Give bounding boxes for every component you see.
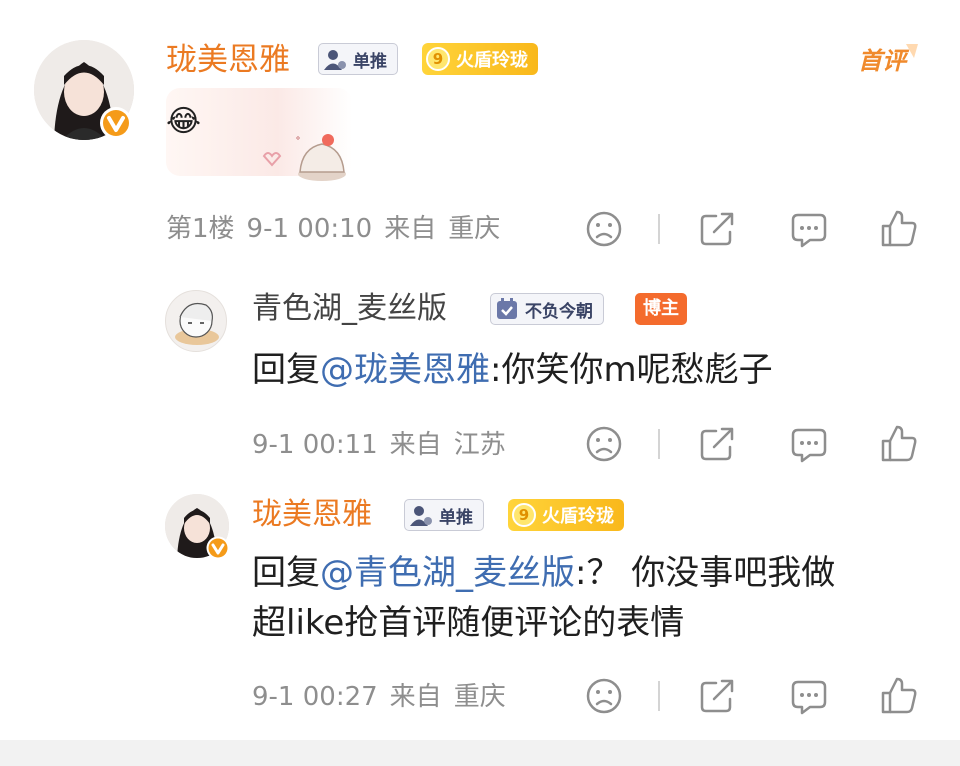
reply-username[interactable]: 青色湖_麦丝版: [252, 290, 447, 328]
comment-username[interactable]: 珑美恩雅: [166, 40, 290, 80]
reply-text-line-1: 回复@青色湖_麦丝版:？ 你没事吧我做: [252, 548, 932, 598]
action-divider: [658, 429, 660, 459]
avatar[interactable]: [165, 290, 227, 352]
fire-level-label: 火盾玲珑: [542, 506, 614, 527]
mention-link[interactable]: @青色湖_麦丝版: [320, 553, 575, 593]
reply-meta: 9-1 00:11 来自 江苏: [252, 428, 506, 462]
first-comment-tag: 首评: [856, 40, 922, 80]
cake-sticker-icon: [256, 124, 348, 184]
reply-prefix: 回复: [252, 553, 320, 593]
sad-face-icon[interactable]: [586, 678, 622, 714]
fan-badge[interactable]: 单推: [404, 499, 484, 531]
fan-badge-label: 不负今朝: [525, 301, 593, 322]
from-label: 来自: [389, 430, 442, 460]
calendar-check-icon: [495, 297, 519, 321]
reply-text: 回复@珑美恩雅:你笑你m呢愁彪子: [252, 345, 773, 395]
comment-icon[interactable]: [790, 678, 828, 716]
from-label: 来自: [384, 214, 437, 244]
reply-text: 回复@青色湖_麦丝版:？ 你没事吧我做 超like抢首评随便评论的表情: [252, 548, 932, 648]
reply-time: 9-1 00:11: [252, 430, 378, 460]
reply-content-2: 超like抢首评随便评论的表情: [252, 603, 685, 643]
fan-badge[interactable]: 不负今朝: [490, 293, 604, 325]
share-icon[interactable]: [698, 425, 736, 463]
reply-prefix: 回复: [252, 350, 320, 390]
comment-meta: 第1楼 9-1 00:10 来自 重庆: [166, 212, 500, 246]
action-divider: [658, 681, 660, 711]
fire-level-badge[interactable]: 9 火盾玲珑: [508, 499, 624, 531]
thumbs-up-icon[interactable]: [880, 675, 918, 715]
sad-face-icon[interactable]: [586, 426, 622, 462]
action-divider: [658, 214, 660, 244]
laughing-emoji: 😂: [166, 104, 202, 139]
fire-level-number: 9: [426, 47, 450, 71]
reply-content-1: :？ 你没事吧我做: [575, 553, 836, 593]
share-icon[interactable]: [698, 210, 736, 248]
verified-badge-icon: [99, 106, 133, 140]
reply-time: 9-1 00:27: [252, 682, 378, 712]
comment-icon[interactable]: [790, 426, 828, 464]
blogger-badge: 博主: [635, 293, 687, 325]
thumbs-up-icon[interactable]: [880, 208, 918, 248]
fire-level-number: 9: [512, 503, 536, 527]
from-label: 来自: [389, 682, 442, 712]
verified-badge-icon: [206, 536, 230, 560]
comment-time: 9-1 00:10: [246, 214, 373, 244]
mention-link[interactable]: @珑美恩雅: [320, 350, 490, 390]
user-icon: [323, 47, 347, 71]
reply-username[interactable]: 珑美恩雅: [252, 496, 372, 534]
user-icon: [409, 503, 433, 527]
fan-badge[interactable]: 单推: [318, 43, 398, 75]
reply-location: 重庆: [453, 682, 506, 712]
bottom-separator: [0, 740, 960, 766]
sad-face-icon[interactable]: [586, 211, 622, 247]
reply-content: :你笑你m呢愁彪子: [490, 350, 773, 390]
fire-level-badge[interactable]: 9 火盾玲珑: [422, 43, 538, 75]
fan-badge-label: 单推: [353, 51, 387, 72]
fire-level-label: 火盾玲珑: [456, 50, 528, 71]
floor-number: 第1楼: [166, 214, 235, 244]
comment-icon[interactable]: [790, 211, 828, 249]
reply-location: 江苏: [453, 430, 506, 460]
fan-badge-label: 单推: [439, 507, 473, 528]
thumbs-up-icon[interactable]: [880, 423, 918, 463]
comment-location: 重庆: [448, 214, 501, 244]
first-comment-text: 首评: [858, 47, 910, 75]
share-icon[interactable]: [698, 677, 736, 715]
reply-meta: 9-1 00:27 来自 重庆: [252, 680, 506, 714]
